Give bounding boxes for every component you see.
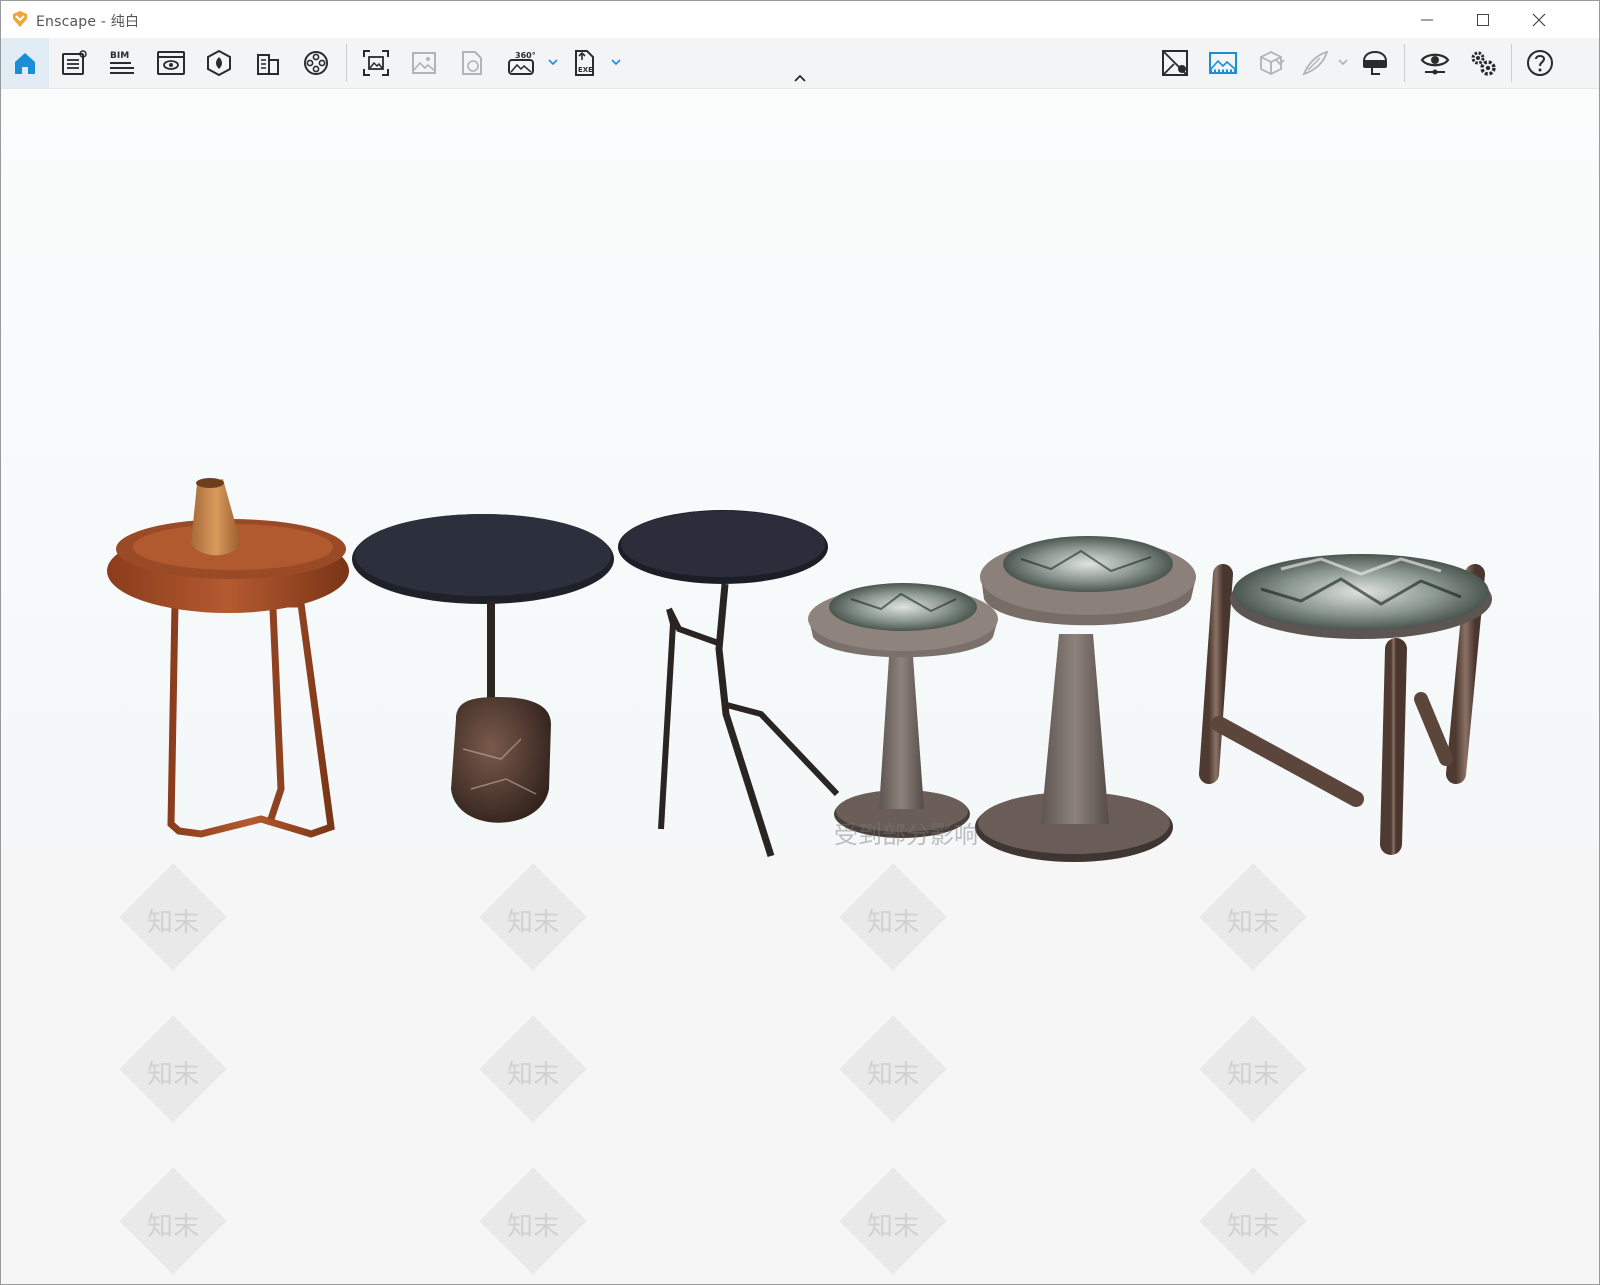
buildings-button[interactable] bbox=[244, 38, 292, 88]
map-marker-icon bbox=[1162, 50, 1188, 76]
video-editor-button[interactable] bbox=[292, 38, 340, 88]
screenshot-icon bbox=[363, 50, 389, 76]
view-mode-dropdown-icon[interactable] bbox=[1274, 56, 1286, 68]
close-icon bbox=[1532, 13, 1546, 26]
home-button[interactable] bbox=[1, 38, 49, 88]
close-button[interactable] bbox=[1511, 1, 1567, 38]
visual-settings-button[interactable] bbox=[1411, 38, 1459, 88]
watermark-text: 知末 bbox=[146, 1212, 199, 1242]
toolbar-separator bbox=[1404, 44, 1405, 82]
render-viewport[interactable]: 知末 知末 知末 知末 知末 知末 知末 知末 知末 知末 知末 知末 受到部分… bbox=[1, 89, 1599, 1284]
toolbar-separator bbox=[1511, 44, 1512, 82]
minimize-button[interactable] bbox=[1399, 1, 1455, 38]
title-bar: Enscape - 纯白 bbox=[1, 1, 1599, 38]
panorama-360-icon: 360° bbox=[508, 51, 536, 75]
map-button[interactable] bbox=[1151, 38, 1199, 88]
web-standalone-icon bbox=[462, 51, 482, 75]
svg-text:BIM: BIM bbox=[110, 51, 129, 61]
panorama-dropdown-icon[interactable] bbox=[547, 56, 559, 68]
enscape-logo-icon bbox=[13, 11, 27, 27]
watermark-text: 知末 bbox=[506, 1212, 559, 1242]
asset-library-button[interactable] bbox=[195, 38, 243, 88]
fly-mode-button[interactable] bbox=[1291, 38, 1339, 88]
view-window-button[interactable] bbox=[147, 38, 195, 88]
watermark-text: 知末 bbox=[1226, 1060, 1279, 1090]
notes-button[interactable] bbox=[50, 38, 98, 88]
help-button[interactable] bbox=[1516, 38, 1564, 88]
batch-render-button[interactable] bbox=[400, 38, 448, 88]
view-window-icon bbox=[157, 51, 185, 75]
batch-render-icon bbox=[412, 52, 436, 74]
rust-tray-table bbox=[107, 478, 349, 838]
vr-headset-button[interactable] bbox=[1351, 38, 1399, 88]
buildings-icon bbox=[257, 54, 279, 75]
fly-mode-dropdown-icon[interactable] bbox=[1337, 56, 1349, 68]
video-reel-icon bbox=[304, 51, 328, 75]
view-mode-button[interactable] bbox=[1247, 38, 1295, 88]
watermark-text: 知末 bbox=[146, 1060, 199, 1090]
watermark-text: 知末 bbox=[1226, 1212, 1279, 1242]
feather-icon bbox=[1302, 50, 1329, 76]
panorama-360-button[interactable]: 360° bbox=[497, 38, 545, 88]
asset-library-icon bbox=[207, 49, 231, 77]
home-icon bbox=[15, 53, 35, 74]
small-wood-marble-table bbox=[808, 583, 998, 838]
atmosphere-button[interactable] bbox=[1199, 38, 1247, 88]
maximize-icon bbox=[1477, 13, 1489, 26]
watermark-text: 知末 bbox=[506, 1060, 559, 1090]
settings-gears-icon bbox=[1471, 51, 1496, 76]
tall-wood-marble-table bbox=[975, 536, 1196, 862]
help-icon bbox=[1527, 50, 1553, 76]
web-standalone-button[interactable] bbox=[448, 38, 496, 88]
enscape-window: Enscape - 纯白 BIM 360° EXE 知末 知末 知末 知末 知末… bbox=[0, 0, 1600, 1285]
notes-icon bbox=[62, 50, 87, 75]
pole-leg-marble-table bbox=[1199, 554, 1492, 855]
maximize-button[interactable] bbox=[1455, 1, 1511, 38]
export-exe-icon: EXE bbox=[575, 50, 594, 76]
atmosphere-image-icon bbox=[1209, 52, 1237, 74]
minimize-icon bbox=[1421, 19, 1433, 20]
overlay-watermark-text: 受到部分影响 bbox=[834, 821, 978, 849]
svg-text:360°: 360° bbox=[515, 51, 536, 60]
svg-text:EXE: EXE bbox=[578, 66, 593, 74]
watermark-text: 知末 bbox=[866, 1212, 919, 1242]
eye-view-icon bbox=[1420, 53, 1450, 75]
toolbar-separator bbox=[346, 44, 347, 82]
vr-headset-icon bbox=[1363, 50, 1387, 75]
export-exe-button[interactable]: EXE bbox=[561, 38, 609, 88]
dark-marble-base-table bbox=[352, 514, 614, 823]
window-title: Enscape - 纯白 bbox=[36, 14, 140, 30]
branch-leg-table bbox=[618, 510, 840, 858]
bim-icon: BIM bbox=[110, 51, 134, 74]
screenshot-button[interactable] bbox=[352, 38, 400, 88]
collapse-toolbar-icon[interactable] bbox=[793, 73, 807, 83]
watermark-text: 知末 bbox=[866, 1060, 919, 1090]
main-toolbar: BIM 360° EXE bbox=[1, 38, 1599, 89]
scene-render bbox=[107, 478, 1492, 862]
general-settings-button[interactable] bbox=[1459, 38, 1507, 88]
export-dropdown-icon[interactable] bbox=[610, 56, 622, 68]
bim-button[interactable]: BIM bbox=[98, 38, 146, 88]
